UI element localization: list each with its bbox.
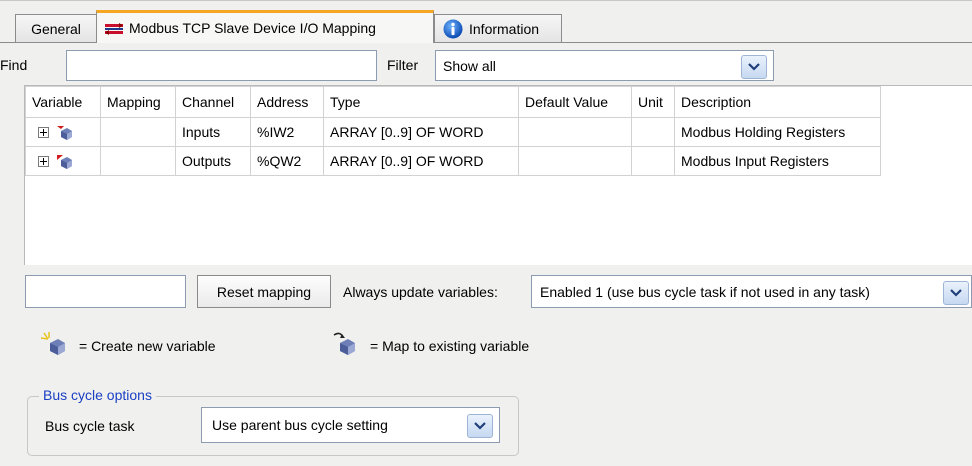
bus-cycle-options-title: Bus cycle options [39, 387, 156, 403]
chevron-down-icon[interactable] [467, 414, 493, 438]
input-channel-icon [55, 125, 73, 141]
tab-information[interactable]: Information [434, 14, 562, 42]
table-row[interactable]: Outputs %QW2 ARRAY [0..9] OF WORD Modbus… [25, 146, 881, 176]
bus-cycle-task-select[interactable]: Use parent bus cycle setting [201, 407, 500, 443]
column-header-channel[interactable]: Channel [175, 86, 251, 118]
map-existing-variable-legend: = Map to existing variable [370, 338, 530, 354]
default-value-cell[interactable] [518, 146, 632, 176]
address-cell: %IW2 [250, 117, 324, 147]
unit-cell[interactable] [631, 117, 675, 147]
column-header-type[interactable]: Type [323, 86, 519, 118]
top-border [0, 0, 972, 1]
column-header-default-value[interactable]: Default Value [518, 86, 632, 118]
description-cell[interactable]: Modbus Input Registers [674, 146, 881, 176]
table-row[interactable]: Inputs %IW2 ARRAY [0..9] OF WORD Modbus … [25, 117, 881, 147]
io-mapping-table-pane: Variable Mapping Channel Address Type De… [24, 85, 972, 265]
type-cell: ARRAY [0..9] OF WORD [323, 146, 519, 176]
find-label: Find [0, 57, 28, 73]
chevron-down-icon[interactable] [741, 55, 767, 79]
mapping-cell[interactable] [100, 146, 176, 176]
mapping-cell[interactable] [100, 117, 176, 147]
channel-cell: Inputs [175, 117, 251, 147]
default-value-cell[interactable] [518, 117, 632, 147]
table-header-row: Variable Mapping Channel Address Type De… [25, 86, 881, 118]
io-mapping-table: Variable Mapping Channel Address Type De… [25, 86, 881, 176]
output-channel-icon [55, 154, 73, 170]
type-cell: ARRAY [0..9] OF WORD [323, 117, 519, 147]
description-cell[interactable]: Modbus Holding Registers [674, 117, 881, 147]
chevron-down-icon[interactable] [943, 281, 969, 305]
always-update-label: Always update variables: [343, 284, 498, 300]
column-header-variable[interactable]: Variable [25, 86, 101, 118]
info-icon [443, 19, 463, 39]
always-update-select[interactable]: Enabled 1 (use bus cycle task if not use… [531, 275, 972, 308]
expand-icon[interactable] [38, 156, 49, 168]
bus-cycle-task-selected-value: Use parent bus cycle setting [212, 417, 388, 433]
find-input[interactable] [66, 50, 377, 81]
tab-io-mapping[interactable]: Modbus TCP Slave Device I/O Mapping [96, 10, 434, 43]
column-header-mapping[interactable]: Mapping [100, 86, 176, 118]
column-header-unit[interactable]: Unit [631, 86, 675, 118]
filter-label: Filter [387, 57, 419, 73]
address-cell: %QW2 [250, 146, 324, 176]
channel-cell: Outputs [175, 146, 251, 176]
io-mapping-icon [105, 22, 123, 35]
tab-information-label: Information [469, 20, 540, 37]
tab-general[interactable]: General [15, 14, 97, 42]
filter-select[interactable]: Show all [435, 50, 774, 81]
tab-general-label: General [31, 20, 81, 37]
create-new-variable-legend: = Create new variable [79, 338, 216, 354]
column-header-address[interactable]: Address [250, 86, 324, 118]
unit-cell[interactable] [631, 146, 675, 176]
filter-selected-value: Show all [443, 57, 496, 74]
variable-cell[interactable] [25, 117, 101, 147]
bus-cycle-task-label: Bus cycle task [45, 418, 135, 434]
column-header-description[interactable]: Description [674, 86, 881, 118]
variable-cell[interactable] [25, 146, 101, 176]
mapping-input[interactable] [25, 275, 186, 308]
expand-icon[interactable] [38, 127, 49, 139]
tab-io-mapping-label: Modbus TCP Slave Device I/O Mapping [129, 20, 376, 36]
create-new-variable-icon [40, 331, 70, 360]
map-existing-variable-icon [330, 331, 360, 360]
always-update-selected-value: Enabled 1 (use bus cycle task if not use… [540, 283, 870, 300]
reset-mapping-button[interactable]: Reset mapping [197, 275, 331, 308]
